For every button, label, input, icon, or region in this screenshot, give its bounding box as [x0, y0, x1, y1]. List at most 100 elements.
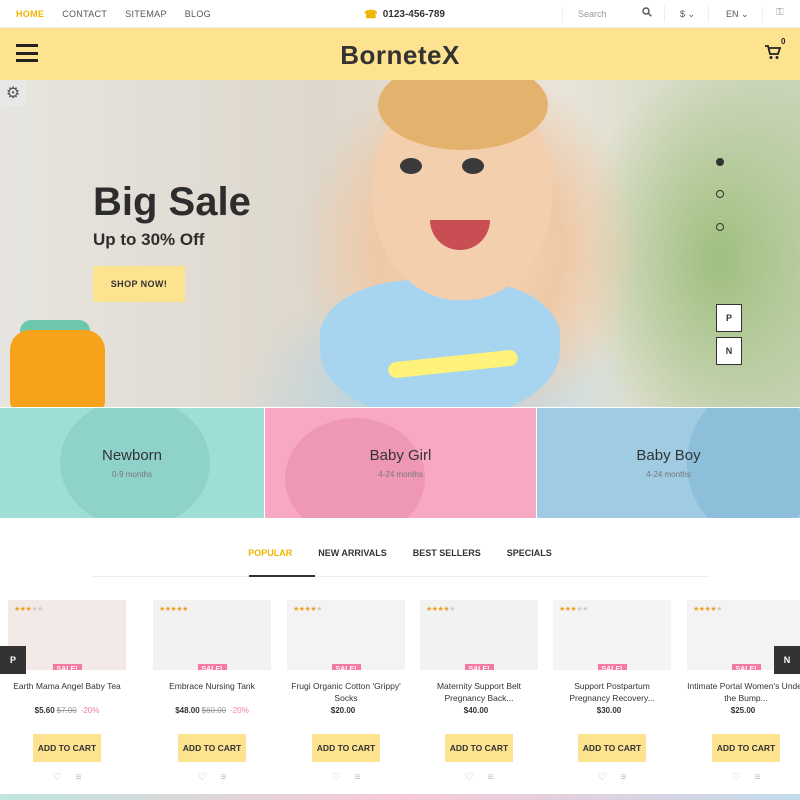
carousel-prev-button[interactable]: P	[0, 646, 26, 674]
product-name[interactable]: Embrace Nursing Tank	[153, 680, 271, 692]
site-logo[interactable]: BorneteX	[0, 40, 800, 71]
tab-popular[interactable]: POPULAR	[248, 548, 292, 558]
compare-icon[interactable]: ≡	[621, 772, 627, 783]
slider-prev-button[interactable]: P	[716, 304, 742, 332]
compare-icon[interactable]: ≡	[488, 772, 494, 783]
slider-dot[interactable]	[716, 190, 724, 198]
product-name[interactable]: Earth Mama Angel Baby Tea	[8, 680, 126, 692]
heart-icon[interactable]: ♡	[732, 772, 741, 783]
sale-badge: SALE!	[553, 658, 671, 670]
nav-contact[interactable]: CONTACT	[62, 9, 107, 19]
product-card[interactable]: ★★★★★ SALE! Support Postpartum Pregnancy R…	[553, 600, 671, 790]
category-newborn[interactable]: Newborn 0-9 months	[0, 408, 264, 518]
price: $20.00	[330, 706, 356, 715]
slider-next-button[interactable]: N	[716, 337, 742, 365]
chevron-down-icon: ⌄	[687, 9, 696, 19]
category-baby-girl[interactable]: Baby Girl 4-24 months	[265, 408, 536, 518]
add-to-cart-button[interactable]: ADD TO CART	[578, 734, 646, 762]
category-baby-boy[interactable]: Baby Boy 4-24 months	[537, 408, 800, 518]
product-price: $20.00	[287, 706, 405, 715]
divider	[562, 6, 563, 22]
tab-new-arrivals[interactable]: NEW ARRIVALS	[318, 548, 387, 558]
active-tab-indicator	[249, 575, 315, 577]
product-name[interactable]: Support Postpartum Pregnancy Recovery...	[553, 680, 671, 704]
product-card[interactable]: ★★★★★ SALE! Intimate Portal Women's Under …	[687, 600, 800, 790]
product-price: $5.60 $7.00 -20%	[8, 706, 126, 715]
search-icon[interactable]	[642, 7, 652, 20]
add-to-cart-button[interactable]: ADD TO CART	[712, 734, 780, 762]
product-actions: ♡ ≡	[8, 772, 126, 783]
currency-select[interactable]: $ ⌄	[680, 9, 695, 20]
heart-icon[interactable]: ♡	[465, 772, 474, 783]
add-to-cart-button[interactable]: ADD TO CART	[445, 734, 513, 762]
baby-bib	[320, 280, 560, 407]
cart-icon[interactable]	[765, 45, 782, 65]
rating-stars: ★★★★★	[426, 606, 455, 613]
shop-now-button[interactable]: SHOP NOW!	[93, 266, 185, 302]
heart-icon[interactable]: ♡	[53, 772, 62, 783]
nav-sitemap[interactable]: SITEMAP	[125, 9, 167, 19]
heart-icon[interactable]: ♡	[332, 772, 341, 783]
cart-count: 0	[781, 37, 786, 46]
phone-contact[interactable]: ☎ 0123-456-789	[364, 8, 445, 21]
nav-blog[interactable]: BLOG	[185, 9, 211, 19]
sale-badge: SALE!	[153, 658, 271, 670]
compare-icon[interactable]: ≡	[755, 772, 761, 783]
category-name: Baby Girl	[369, 447, 432, 464]
hero-slider[interactable]: ⚙ Big Sale Up to 30% Off SHOP NOW! P N	[0, 80, 800, 407]
tab-best-sellers[interactable]: BEST SELLERS	[413, 548, 481, 558]
rating-stars: ★★★★★	[14, 606, 43, 613]
old-price: $60.00	[201, 706, 227, 715]
gears-icon[interactable]: ⚙	[0, 80, 26, 106]
header: BorneteX 0	[0, 28, 800, 80]
rating-stars: ★★★★★	[293, 606, 322, 613]
nav-home[interactable]: HOME	[16, 9, 44, 19]
product-card[interactable]: ★★★★★ SALE! Earth Mama Angel Baby Tea $5.60…	[8, 600, 126, 790]
product-tabs: POPULAR NEW ARRIVALS BEST SELLERS SPECIA…	[0, 548, 800, 558]
product-name[interactable]: Maternity Support Belt Pregnancy Back...	[420, 680, 538, 704]
product-card[interactable]: ★★★★★ SALE! Maternity Support Belt Pregnan…	[420, 600, 538, 790]
product-name[interactable]: Intimate Portal Women's Under the Bump..…	[687, 680, 800, 704]
product-price: $25.00	[687, 706, 800, 715]
divider	[664, 6, 665, 22]
divider	[708, 6, 709, 22]
hero-title: Big Sale	[93, 180, 251, 224]
add-to-cart-button[interactable]: ADD TO CART	[178, 734, 246, 762]
tab-specials[interactable]: SPECIALS	[507, 548, 552, 558]
product-card[interactable]: ★★★★★ SALE! Embrace Nursing Tank $48.00 $60.…	[153, 600, 271, 790]
sale-badge: SALE!	[420, 658, 538, 670]
heart-icon[interactable]: ♡	[598, 772, 607, 783]
add-to-cart-button[interactable]: ADD TO CART	[312, 734, 380, 762]
key-icon[interactable]: ⚿	[776, 7, 784, 18]
add-to-cart-button[interactable]: ADD TO CART	[33, 734, 101, 762]
slider-dot[interactable]	[716, 158, 724, 166]
compare-icon[interactable]: ≡	[355, 772, 361, 783]
carousel-next-button[interactable]: N	[774, 646, 800, 674]
price: $5.60	[34, 706, 55, 715]
product-actions: ♡ ≡	[153, 772, 271, 783]
search-input[interactable]: Search	[578, 9, 607, 19]
product-name[interactable]: Frugi Organic Cotton 'Grippy' Socks	[287, 680, 405, 704]
heart-icon[interactable]: ♡	[198, 772, 207, 783]
language-select[interactable]: EN ⌄	[726, 9, 749, 20]
chevron-down-icon: ⌄	[741, 9, 749, 19]
product-image[interactable]: ★★★★★ SALE!	[420, 600, 538, 670]
rating-stars: ★★★★★	[693, 606, 722, 613]
price: $25.00	[730, 706, 756, 715]
product-image[interactable]: ★★★★★ SALE!	[287, 600, 405, 670]
phone-number: 0123-456-789	[382, 9, 445, 20]
top-nav: HOME CONTACT SITEMAP BLOG	[16, 9, 211, 19]
language-value: EN	[726, 9, 739, 19]
price: $40.00	[463, 706, 489, 715]
product-card[interactable]: ★★★★★ SALE! Frugi Organic Cotton 'Grippy' …	[287, 600, 405, 790]
rating-stars: ★★★★★	[159, 606, 188, 613]
currency-value: $	[680, 9, 686, 19]
product-image[interactable]: ★★★★★ SALE!	[153, 600, 271, 670]
discount: -20%	[230, 706, 249, 715]
product-actions: ♡ ≡	[687, 772, 800, 783]
compare-icon[interactable]: ≡	[76, 772, 82, 783]
compare-icon[interactable]: ≡	[221, 772, 227, 783]
slider-dot[interactable]	[716, 223, 724, 231]
product-image[interactable]: ★★★★★ SALE!	[553, 600, 671, 670]
category-image	[285, 418, 425, 518]
